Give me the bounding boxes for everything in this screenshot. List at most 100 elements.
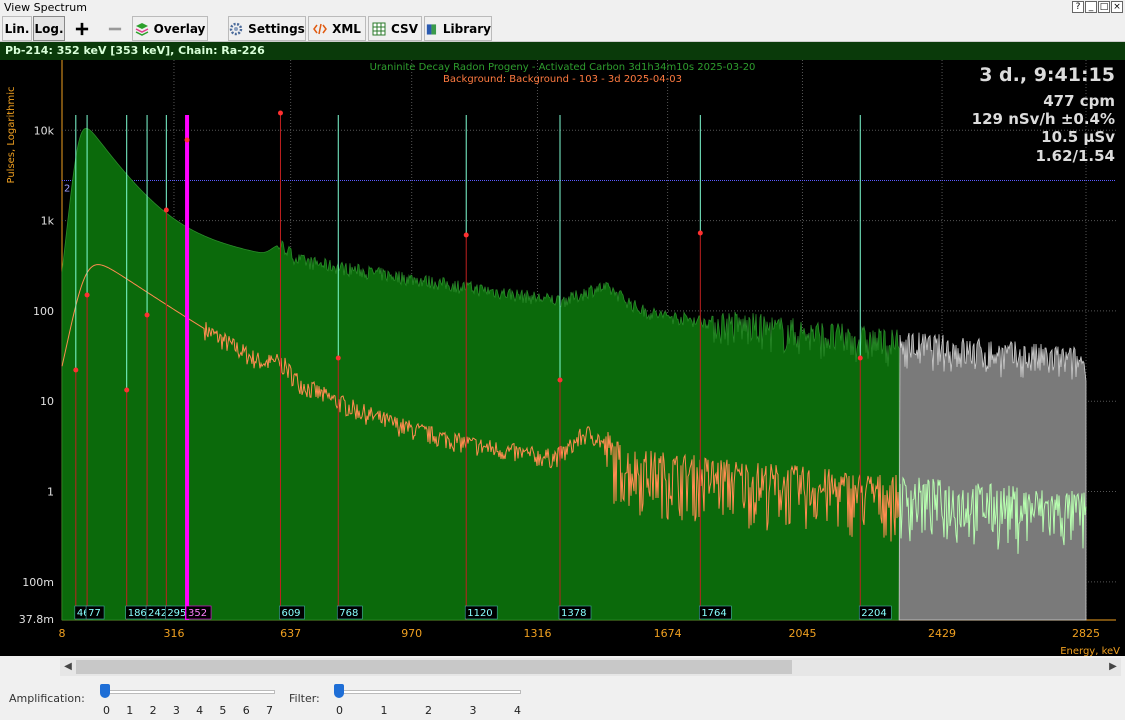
gear-icon (229, 22, 243, 35)
x-tick-label: 2825 (1072, 627, 1100, 640)
peak-label[interactable]: 768 (339, 608, 358, 619)
peak-marker-dot[interactable] (697, 230, 703, 236)
slider-tick-label: 4 (196, 704, 204, 717)
toolbar: Lin. Log. Overlay Settings XML CSV Libra… (0, 16, 1125, 42)
peak-label[interactable]: 295 (167, 608, 186, 619)
peak-marker-dot[interactable] (463, 232, 469, 238)
dose-rate-readout: 129 nSv/h ±0.4% (971, 110, 1115, 128)
slider-tick-label: 3 (172, 704, 180, 717)
peak-marker-dot[interactable] (557, 377, 563, 383)
y-tick-label: 100 (33, 305, 54, 318)
spectrum-title: Uraninite Decay Radon Progeny - Activate… (369, 62, 756, 73)
slider-tick-label: 2 (149, 704, 157, 717)
background-title: Background: Background - 103 - 3d 2025-0… (443, 74, 682, 85)
peak-marker-dot[interactable] (335, 355, 341, 361)
y-tick-label: 10k (34, 124, 55, 137)
zoom-in-button[interactable] (67, 16, 97, 41)
peak-marker-dot[interactable] (73, 367, 79, 373)
peak-label[interactable]: 77 (88, 608, 101, 619)
y-tick-label: 1 (47, 486, 54, 499)
x-tick-label: 316 (163, 627, 184, 640)
plus-icon (75, 22, 89, 35)
y-tick-label: 100m (22, 576, 54, 589)
y-tick-label: 1k (41, 215, 55, 228)
xml-label: XML (332, 21, 361, 36)
filter-track[interactable] (336, 690, 521, 694)
zoom-out-button[interactable] (100, 16, 130, 41)
csv-button[interactable]: CSV (368, 16, 422, 41)
library-button[interactable]: Library (424, 16, 492, 41)
x-tick-label: 2045 (788, 627, 816, 640)
scroll-left-icon[interactable]: ◀ (61, 660, 75, 674)
maximize-button[interactable]: □ (1098, 1, 1110, 13)
ratio-readout: 1.62/1.54 (1035, 147, 1116, 165)
peak-label[interactable]: 1764 (701, 608, 726, 619)
code-icon (313, 23, 328, 34)
x-tick-label: 8 (59, 627, 66, 640)
x-tick-label: 970 (401, 627, 422, 640)
x-axis-title: Energy, keV (1060, 646, 1120, 656)
horizontal-scrollbar[interactable]: ◀ ▶ (60, 658, 1121, 676)
peak-label[interactable]: 1378 (561, 608, 586, 619)
slider-tick-label: 6 (242, 704, 250, 717)
close-button[interactable]: × (1111, 1, 1123, 13)
lin-label: Lin. (4, 21, 30, 36)
settings-label: Settings (248, 21, 305, 36)
window-title: View Spectrum (4, 1, 87, 14)
minimize-button[interactable]: _ (1085, 1, 1097, 13)
overlay-button[interactable]: Overlay (132, 16, 208, 41)
spectrum-area-out-of-range (898, 332, 1087, 621)
peak-marker-dot[interactable] (163, 207, 169, 213)
elapsed-time: 3 d., 9:41:15 (979, 64, 1115, 86)
peak-marker-dot[interactable] (184, 137, 190, 143)
peak-label[interactable]: 242 (148, 608, 167, 619)
y-tick-label: 37.8m (19, 613, 54, 626)
peak-label[interactable]: 352 (188, 608, 207, 619)
slider-tick-label: 0 (336, 704, 343, 717)
spectrum-plot[interactable]: 10k 1k 100 10 1 100m 37.8m 8 316 637 970 1316 1674 20… (0, 60, 1125, 656)
x-tick-label: 1316 (523, 627, 551, 640)
peak-marker-dot[interactable] (144, 312, 150, 318)
peak-label[interactable]: 1120 (467, 608, 492, 619)
minus-icon (108, 27, 122, 30)
peak-marker-dot[interactable] (857, 355, 863, 361)
peak-marker-dot[interactable] (84, 292, 90, 298)
slider-tick-label: 5 (219, 704, 227, 717)
peak-label[interactable]: 609 (281, 608, 300, 619)
layers-icon (135, 22, 148, 36)
amplification-slider[interactable] (100, 684, 110, 698)
dose-readout: 10.5 µSv (1041, 128, 1115, 146)
peak-marker-dot[interactable] (124, 387, 130, 393)
y-tick-label: 10 (40, 395, 54, 408)
scroll-thumb[interactable] (76, 660, 792, 674)
overlay-label: Overlay (153, 21, 206, 36)
spectrum-canvas[interactable]: 10k 1k 100 10 1 100m 37.8m 8 316 637 970 1316 1674 20… (0, 60, 1125, 656)
peak-label[interactable]: 2204 (861, 608, 886, 619)
lin-button[interactable]: Lin. (2, 16, 32, 41)
peak-label[interactable]: 186 (128, 608, 147, 619)
y-axis-title: Pulses, Logarithmic (6, 86, 17, 183)
amplification-label: Amplification: (9, 692, 85, 705)
spreadsheet-icon (372, 22, 386, 35)
x-tick-label: 1674 (654, 627, 682, 640)
slider-tick-label: 4 (514, 704, 521, 717)
log-button[interactable]: Log. (33, 16, 65, 41)
help-button[interactable]: ? (1072, 1, 1084, 13)
xml-button[interactable]: XML (308, 16, 366, 41)
library-label: Library (442, 21, 491, 36)
title-bar: View Spectrum ? _ □ × (0, 0, 1125, 16)
book-icon (426, 23, 437, 35)
settings-button[interactable]: Settings (228, 16, 306, 41)
cpm-readout: 477 cpm (1043, 92, 1115, 110)
bottom-controls: Amplification: 0 1 2 3 4 5 6 7 Filter: 0 1 2 3 4 (0, 678, 1125, 720)
slider-tick-label: 1 (126, 704, 134, 717)
scroll-right-icon[interactable]: ▶ (1106, 660, 1120, 674)
slider-tick-label: 1 (380, 704, 388, 717)
amplification-track[interactable] (102, 690, 275, 694)
x-tick-label: 637 (280, 627, 301, 640)
window-controls: ? _ □ × (1072, 1, 1123, 13)
peak-marker-dot[interactable] (277, 110, 283, 116)
log-label: Log. (34, 21, 64, 36)
filter-slider[interactable] (334, 684, 344, 698)
csv-label: CSV (391, 21, 418, 36)
